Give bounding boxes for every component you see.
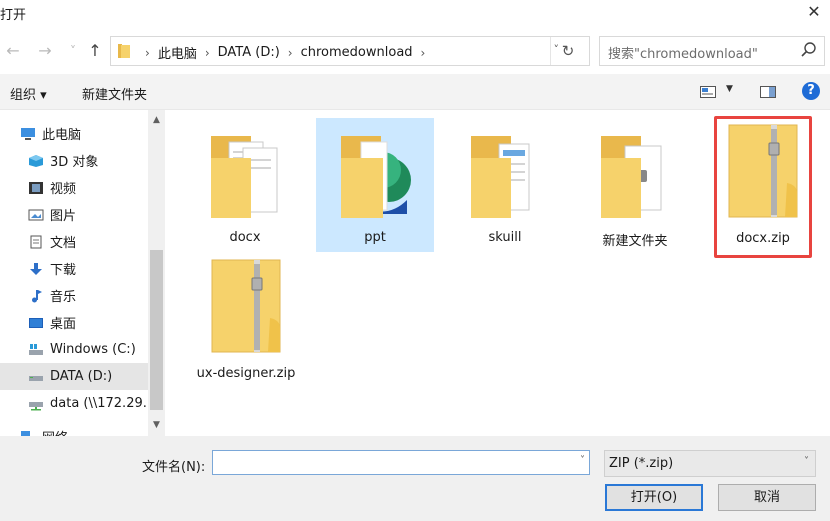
sidebar-item-label: data (\\172.29.1: [50, 396, 156, 411]
sidebar-item-label: Windows (C:): [50, 342, 136, 357]
sidebar-item-label: 此电脑: [42, 128, 82, 143]
dialog-footer: 文件名(N): ˅ ZIP (*.zip) ˅ 打开(O) 取消: [0, 436, 830, 521]
breadcrumb-chromedownload[interactable]: chromedownload: [301, 45, 413, 60]
file-item-docx-zip[interactable]: docx.zip: [714, 116, 812, 258]
sidebar-item-label: 桌面: [50, 317, 77, 332]
breadcrumb-data-drive[interactable]: DATA (D:): [218, 45, 280, 60]
sidebar-item-downloads[interactable]: 下载: [0, 255, 148, 282]
folder-icon: [211, 136, 278, 218]
open-button[interactable]: 打开(O): [605, 484, 703, 511]
navigation-pane: 此电脑 3D 对象 视频 图片 文档 下载 音乐 桌面 Windows (C:)…: [0, 110, 166, 436]
picture-icon: [28, 209, 44, 220]
organize-menu[interactable]: 组织 ▾: [10, 84, 47, 103]
file-name: ppt: [364, 230, 386, 245]
sidebar-item-network-drive[interactable]: data (\\172.29.1: [0, 390, 155, 417]
breadcrumb-separator: ›: [287, 45, 293, 60]
file-name: docx: [229, 230, 261, 245]
sidebar-item-data-d[interactable]: DATA (D:): [0, 363, 148, 390]
view-dropdown-icon[interactable]: ▼: [726, 84, 733, 94]
sidebar-item-3d-objects[interactable]: 3D 对象: [0, 147, 148, 174]
scroll-up-icon[interactable]: ▲: [150, 113, 163, 127]
filename-input[interactable]: ˅: [212, 450, 590, 475]
folder-icon: [471, 136, 530, 218]
sidebar-item-label: 网络: [42, 427, 68, 436]
cube-3d-icon: [29, 154, 43, 167]
video-icon: [29, 181, 43, 194]
address-bar[interactable]: › 此电脑 › DATA (D:) › chromedownload › ˅: [110, 36, 590, 66]
breadcrumb-separator: ›: [145, 45, 150, 60]
sidebar-item-desktop[interactable]: 桌面: [0, 309, 148, 336]
folder-icon: [118, 44, 130, 58]
breadcrumb-separator: ›: [204, 45, 210, 60]
file-type-dropdown-icon[interactable]: ˅: [804, 456, 809, 467]
sidebar-item-label: 视频: [50, 182, 77, 197]
download-icon: [30, 262, 42, 275]
cancel-button[interactable]: 取消: [718, 484, 816, 511]
filename-label: 文件名(N):: [142, 460, 206, 475]
sidebar-item-label: 3D 对象: [50, 155, 99, 170]
computer-icon: [21, 127, 35, 140]
preview-pane-icon[interactable]: [760, 86, 776, 98]
folder-icon: [601, 136, 662, 218]
zip-archive-icon: [211, 259, 281, 353]
search-box[interactable]: 搜索"chromedownload": [599, 36, 825, 66]
sidebar-item-label: 文档: [50, 236, 77, 251]
help-icon[interactable]: ?: [802, 82, 820, 100]
drive-icon: [29, 375, 43, 381]
window-title: 打开: [0, 8, 27, 23]
file-item-skuill[interactable]: skuill: [446, 118, 564, 252]
new-folder-button[interactable]: 新建文件夹: [82, 84, 147, 103]
scroll-down-icon[interactable]: ▼: [150, 418, 163, 432]
close-icon[interactable]: ✕: [804, 2, 824, 22]
desktop-icon: [29, 317, 43, 328]
title-bar: 打开 ✕: [0, 0, 830, 28]
command-toolbar: 组织 ▾ 新建文件夹 ▼ ?: [0, 74, 830, 110]
back-arrow-icon[interactable]: ←: [4, 41, 22, 61]
navigation-bar: ← → ˅ ↑ › 此电脑 › DATA (D:) › chromedownlo…: [0, 28, 830, 74]
sidebar-item-label: 下载: [50, 263, 77, 278]
file-item-ppt[interactable]: ppt: [316, 118, 434, 252]
windows-drive-icon: [29, 343, 43, 355]
file-item-docx[interactable]: docx: [186, 118, 304, 252]
view-mode-icon[interactable]: [700, 86, 716, 98]
forward-arrow-icon[interactable]: →: [36, 41, 54, 61]
recent-locations-icon[interactable]: ˅: [64, 41, 82, 61]
sidebar-item-pictures[interactable]: 图片: [0, 201, 148, 228]
file-name: skuill: [488, 230, 522, 245]
sidebar-item-videos[interactable]: 视频: [0, 174, 148, 201]
breadcrumb-this-pc[interactable]: 此电脑: [158, 43, 197, 62]
network-drive-icon: [29, 401, 43, 410]
breadcrumb-separator[interactable]: ›: [421, 46, 426, 60]
scrollbar-thumb[interactable]: [150, 250, 163, 410]
sidebar-item-windows-c[interactable]: Windows (C:): [0, 336, 148, 363]
sidebar-scrollbar[interactable]: ▲ ▼: [148, 110, 165, 436]
file-type-value: ZIP (*.zip): [609, 456, 674, 471]
sidebar-item-network[interactable]: 网络: [0, 423, 148, 436]
sidebar-item-documents[interactable]: 文档: [0, 228, 148, 255]
sidebar-item-label: 图片: [50, 209, 77, 224]
sidebar-item-this-pc[interactable]: 此电脑: [0, 120, 148, 147]
sidebar-item-label: 音乐: [50, 290, 77, 305]
file-name: ux-designer.zip: [196, 366, 296, 381]
sidebar-item-label: DATA (D:): [50, 369, 113, 384]
file-name: docx.zip: [736, 231, 790, 246]
search-icon[interactable]: [800, 41, 818, 59]
zip-archive-icon: [728, 124, 798, 218]
breadcrumb: › 此电脑 › DATA (D:) › chromedownload ›: [137, 43, 433, 62]
file-name: 新建文件夹: [602, 234, 668, 249]
file-item-new-folder[interactable]: 新建文件夹: [576, 118, 694, 252]
refresh-icon[interactable]: ↻: [558, 41, 578, 61]
filename-dropdown-icon[interactable]: ˅: [580, 455, 585, 466]
file-item-ux-designer-zip[interactable]: ux-designer.zip: [186, 254, 306, 388]
file-type-select[interactable]: ZIP (*.zip) ˅: [604, 450, 816, 477]
address-divider: [550, 37, 551, 65]
document-icon: [30, 235, 42, 248]
file-list: docx ppt skuill 新建文件夹 docx.zip ux-design…: [166, 110, 830, 436]
up-arrow-icon[interactable]: ↑: [86, 41, 104, 61]
sidebar-item-music[interactable]: 音乐: [0, 282, 148, 309]
search-placeholder: 搜索"chromedownload": [608, 47, 758, 62]
folder-icon: [341, 136, 411, 218]
music-icon: [32, 289, 42, 302]
